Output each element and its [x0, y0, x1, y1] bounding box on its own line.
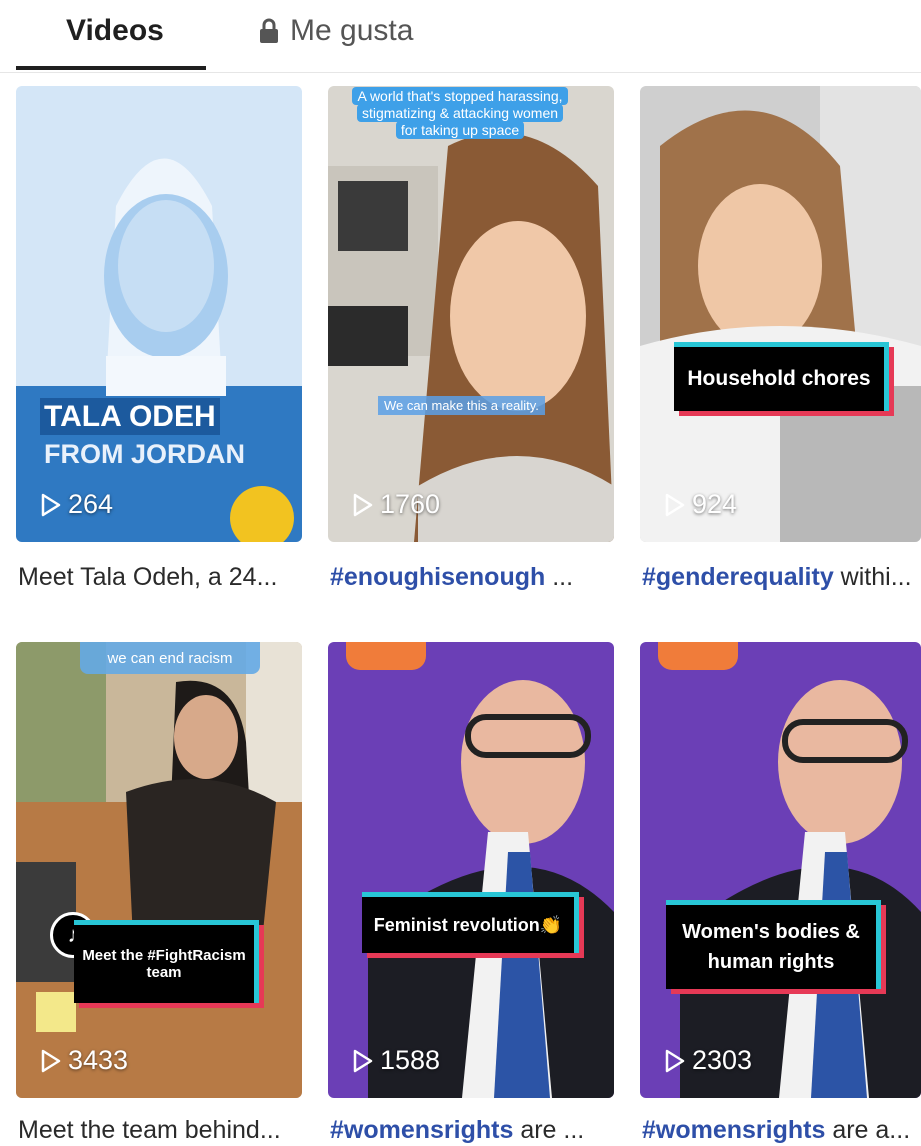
play-icon: [665, 1049, 685, 1072]
video-card[interactable]: A world that's stopped harassing, stigma…: [328, 86, 614, 542]
video-overlay-title: TALA ODEH FROM JORDAN: [40, 398, 249, 473]
caption-text: withi...: [833, 563, 912, 591]
play-icon: [41, 493, 61, 516]
play-count: 1760: [352, 489, 440, 520]
video-caption[interactable]: #womensrights are ...: [330, 1116, 620, 1145]
tab-likes[interactable]: Me gusta: [258, 14, 413, 48]
play-icon: [353, 493, 373, 516]
caption-text: Meet Tala Odeh, a 24...: [18, 563, 278, 591]
video-overlay-caption: Household chores: [674, 342, 889, 411]
caption-text: ...: [545, 563, 574, 591]
video-thumbnail: [640, 86, 921, 542]
caption-hashtag[interactable]: #womensrights: [642, 1116, 825, 1144]
play-count: 3433: [40, 1045, 128, 1076]
caption-text: Meet the team behind...: [18, 1116, 281, 1144]
caption-hashtag[interactable]: #womensrights: [330, 1116, 513, 1144]
profile-tabs: Videos Me gusta: [0, 0, 921, 73]
video-caption[interactable]: #womensrights are a...: [642, 1116, 921, 1145]
video-caption[interactable]: #enoughisenough ...: [330, 563, 620, 592]
video-thumbnail: [640, 642, 921, 1098]
caption-text: are ...: [513, 1116, 585, 1144]
video-overlay-top: A world that's stopped harassing, stigma…: [350, 87, 570, 139]
video-overlay-caption: Women's bodies & human rights: [666, 900, 881, 989]
video-caption[interactable]: Meet Tala Odeh, a 24...: [18, 563, 308, 592]
play-count: 264: [40, 489, 113, 520]
play-count-value: 3433: [68, 1045, 129, 1075]
overlay-line-1: TALA ODEH: [40, 398, 220, 435]
video-card[interactable]: Women's bodies & human rights 2303: [640, 642, 921, 1098]
video-card[interactable]: Household chores 924: [640, 86, 921, 542]
play-count-value: 264: [68, 489, 114, 519]
play-icon: [41, 1049, 61, 1072]
play-count-value: 924: [692, 489, 738, 519]
video-card[interactable]: Feminist revolution👏 1588: [328, 642, 614, 1098]
overlay-line-2: FROM JORDAN: [44, 439, 245, 469]
play-icon: [353, 1049, 373, 1072]
video-overlay-subtitle: We can make this a reality.: [378, 396, 545, 415]
active-tab-underline: [16, 66, 206, 70]
video-thumbnail: [16, 642, 302, 1098]
with-her-badge: [658, 642, 738, 670]
video-thumbnail: [16, 86, 302, 542]
tab-likes-label: Me gusta: [290, 14, 414, 47]
video-caption[interactable]: Meet the team behind...: [18, 1116, 308, 1145]
lock-icon: [258, 18, 280, 44]
caption-hashtag[interactable]: #genderequality: [642, 563, 834, 591]
tab-videos-label: Videos: [66, 14, 164, 47]
caption-hashtag[interactable]: #enoughisenough: [330, 563, 545, 591]
video-caption[interactable]: #genderequality withi...: [642, 563, 921, 592]
play-count-value: 2303: [692, 1045, 753, 1075]
video-card[interactable]: TALA ODEH FROM JORDAN 264: [16, 86, 302, 542]
video-overlay-top: we can end racism: [80, 642, 260, 674]
play-count: 2303: [664, 1045, 752, 1076]
video-thumbnail: [328, 642, 614, 1098]
with-her-badge: [346, 642, 426, 670]
video-overlay-caption: Meet the #FightRacism team: [74, 920, 259, 1003]
video-thumbnail: [328, 86, 614, 542]
video-card[interactable]: we can end racism ♪ Meet the #FightRacis…: [16, 642, 302, 1098]
caption-text: are a...: [825, 1116, 911, 1144]
play-count: 1588: [352, 1045, 440, 1076]
play-count-value: 1760: [380, 489, 441, 519]
play-count-value: 1588: [380, 1045, 441, 1075]
play-count: 924: [664, 489, 737, 520]
tab-videos[interactable]: Videos: [66, 14, 164, 48]
video-overlay-caption: Feminist revolution👏: [362, 892, 579, 953]
play-icon: [665, 493, 685, 516]
